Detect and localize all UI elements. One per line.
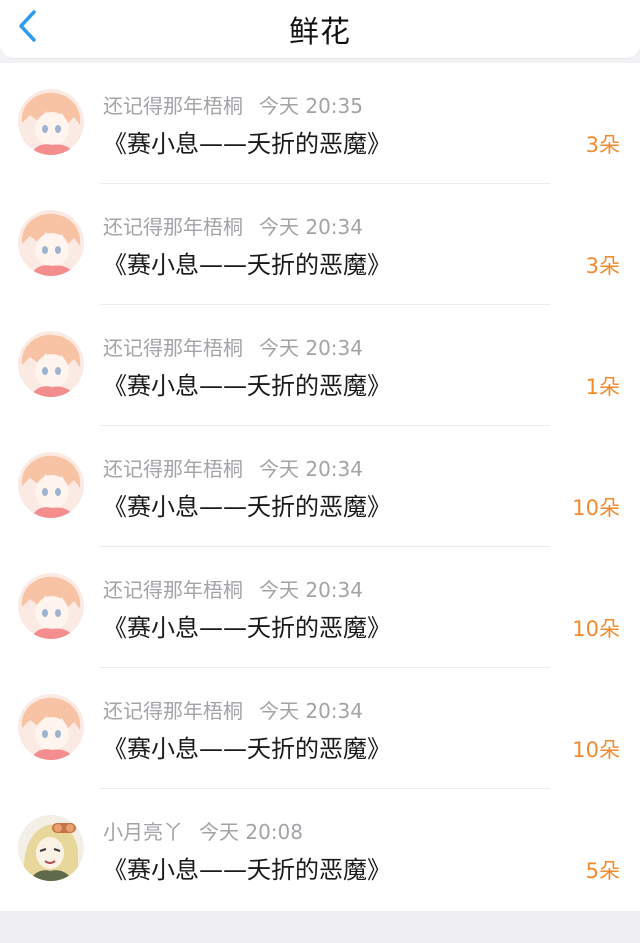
avatar[interactable] [18,573,84,639]
work-title[interactable]: 《赛小息——夭折的恶魔》 [103,245,391,280]
anime-girl-avatar-icon [18,452,84,518]
list-item[interactable]: 还记得那年梧桐 今天 20:34 《赛小息——夭折的恶魔》 1朵 [0,305,640,426]
username[interactable]: 还记得那年梧桐 [103,94,243,118]
flower-gift-list: 还记得那年梧桐 今天 20:35 《赛小息——夭折的恶魔》 3朵 还记得那年梧桐今… [0,63,640,911]
avatar[interactable] [18,210,84,276]
timestamp: 今天 20:34 [259,578,363,602]
entry-meta: 还记得那年梧桐 今天 20:35 [103,90,363,119]
page-title: 鲜花 [289,15,351,50]
username[interactable]: 还记得那年梧桐 [103,215,243,239]
list-item[interactable]: 还记得那年梧桐 今天 20:34 《赛小息——夭折的恶魔》 10朵 [0,426,640,547]
entry-meta: 还记得那年梧桐 今天 20:34 [103,332,363,361]
username[interactable]: 小月亮丫 [103,820,183,844]
flower-count: 10朵 [572,617,620,641]
flower-count: 10朵 [572,496,620,520]
username[interactable]: 还记得那年梧桐 [103,336,243,360]
anime-girl-avatar-icon [18,89,84,155]
flower-count: 3朵 [585,133,620,157]
list-item[interactable]: 还记得那年梧桐 今天 20:34 《赛小息——夭折的恶魔》 10朵 [0,668,640,789]
work-title[interactable]: 《赛小息——夭折的恶魔》 [103,608,391,643]
avatar[interactable] [18,331,84,397]
flower-count: 1朵 [585,375,620,399]
avatar[interactable] [18,452,84,518]
username[interactable]: 还记得那年梧桐 [103,699,243,723]
avatar[interactable] [18,89,84,155]
anime-girl-avatar-icon [18,694,84,760]
work-title[interactable]: 《赛小息——夭折的恶魔》 [103,850,391,885]
anime-blonde-avatar-icon [18,815,84,881]
work-title[interactable]: 《赛小息——夭折的恶魔》 [103,729,391,764]
list-item[interactable]: 还记得那年梧桐 今天 20:34 《赛小息——夭折的恶魔》 10朵 [0,547,640,668]
anime-girl-avatar-icon [18,573,84,639]
top-bar: 鲜花 [0,0,640,59]
username[interactable]: 还记得那年梧桐 [103,457,243,481]
entry-meta: 还记得那年梧桐 今天 20:34 [103,211,363,240]
timestamp: 今天 20:34 [259,215,363,239]
work-title[interactable]: 《赛小息——夭折的恶魔》 [103,124,391,159]
work-title[interactable]: 《赛小息——夭折的恶魔》 [103,487,391,522]
timestamp: 今天 20:34 [259,457,363,481]
anime-girl-avatar-icon [18,331,84,397]
entry-meta: 还记得那年梧桐 今天 20:34 [103,453,363,482]
username[interactable]: 还记得那年梧桐 [103,578,243,602]
anime-girl-avatar-icon [18,210,84,276]
list-item[interactable]: 小月亮丫 今天 20:08 《赛小息——夭折的恶魔》 5朵 [0,789,640,910]
flower-count: 3朵 [585,254,620,278]
list-footer-space [0,911,640,943]
avatar[interactable] [18,815,84,881]
entry-meta: 小月亮丫 今天 20:08 [103,816,303,845]
flower-count: 5朵 [585,859,620,883]
timestamp: 今天 20:34 [259,699,363,723]
work-title[interactable]: 《赛小息——夭折的恶魔》 [103,366,391,401]
timestamp: 今天 20:34 [259,336,363,360]
entry-meta: 还记得那年梧桐 今天 20:34 [103,574,363,603]
list-item[interactable]: 还记得那年梧桐 今天 20:35 《赛小息——夭折的恶魔》 3朵 [0,63,640,184]
avatar[interactable] [18,694,84,760]
entry-meta: 还记得那年梧桐 今天 20:34 [103,695,363,724]
timestamp: 今天 20:35 [259,94,363,118]
flower-count: 10朵 [572,738,620,762]
timestamp: 今天 20:08 [199,820,303,844]
list-item[interactable]: 还记得那年梧桐 今天 20:34 《赛小息——夭折的恶魔》 3朵 [0,184,640,305]
flowers-page: 鲜花 还记得那年梧桐 今天 20:35 《赛小息——夭折的恶魔》 3朵 还记得那… [0,0,640,943]
